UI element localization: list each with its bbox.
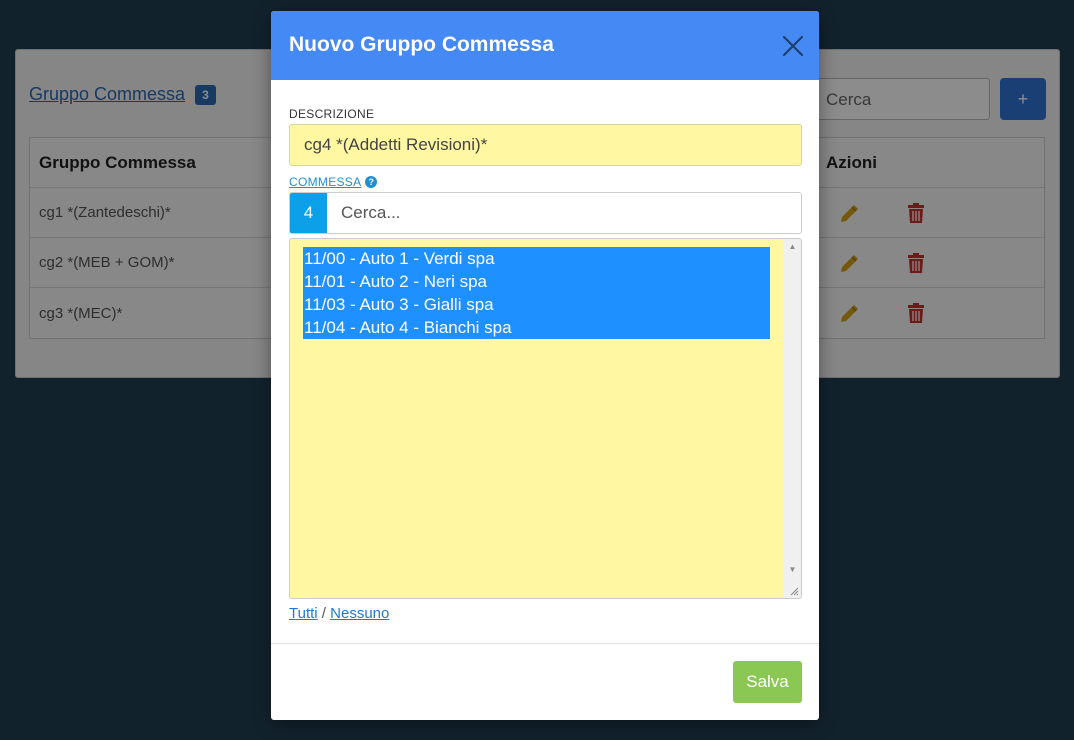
- select-none-link[interactable]: Nessuno: [330, 605, 389, 622]
- link-separator: /: [321, 605, 326, 622]
- selected-count: 4: [290, 193, 327, 233]
- modal-header: Nuovo Gruppo Commessa: [271, 11, 819, 80]
- help-icon[interactable]: ?: [365, 176, 378, 188]
- scrollbar[interactable]: ▲ ▼: [784, 239, 801, 598]
- list-item[interactable]: 11/04 - Auto 4 - Bianchi spa: [303, 316, 770, 339]
- select-all-link[interactable]: Tutti: [289, 605, 318, 622]
- new-gruppo-modal: Nuovo Gruppo Commessa DESCRIZIONE cg4 *(…: [271, 11, 819, 720]
- descrizione-field[interactable]: cg4 *(Addetti Revisioni)*: [289, 124, 802, 166]
- option-list: 11/00 - Auto 1 - Verdi spa 11/01 - Auto …: [303, 247, 770, 339]
- commessa-label-text[interactable]: COMMESSA: [289, 175, 361, 189]
- scroll-down-icon[interactable]: ▼: [784, 562, 801, 578]
- descrizione-label: DESCRIZIONE: [289, 107, 375, 121]
- list-item[interactable]: 11/03 - Auto 3 - Gialli spa: [303, 293, 770, 316]
- commessa-search-group: 4 Cerca...: [289, 192, 802, 234]
- commessa-multiselect[interactable]: 11/00 - Auto 1 - Verdi spa 11/01 - Auto …: [289, 238, 802, 599]
- close-icon[interactable]: [779, 32, 807, 60]
- modal-title: Nuovo Gruppo Commessa: [289, 33, 554, 56]
- save-button[interactable]: Salva: [733, 661, 802, 703]
- list-item[interactable]: 11/00 - Auto 1 - Verdi spa: [303, 247, 770, 270]
- footer-divider: [271, 643, 819, 644]
- select-links: Tutti / Nessuno: [289, 605, 389, 622]
- list-item[interactable]: 11/01 - Auto 2 - Neri spa: [303, 270, 770, 293]
- commessa-search-input[interactable]: Cerca...: [327, 193, 801, 233]
- resize-handle-icon[interactable]: [789, 586, 799, 596]
- commessa-label[interactable]: COMMESSA ?: [289, 175, 378, 189]
- scroll-up-icon[interactable]: ▲: [784, 239, 801, 255]
